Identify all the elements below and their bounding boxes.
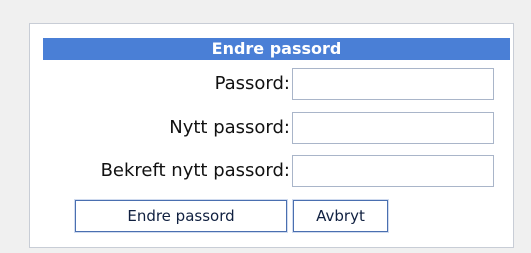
current-password-label: Passord: [214, 73, 290, 94]
new-password-input[interactable] [292, 112, 494, 144]
panel-title: Endre passord [43, 38, 510, 60]
confirm-password-row: Bekreft nytt passord: [30, 154, 515, 188]
change-password-panel: Endre passord Passord: Nytt passord: Bek… [29, 23, 514, 248]
confirm-password-label: Bekreft nytt passord: [100, 160, 290, 181]
new-password-label: Nytt passord: [169, 117, 290, 138]
confirm-password-input[interactable] [292, 155, 494, 187]
change-password-button[interactable]: Endre passord [75, 200, 287, 232]
current-password-input[interactable] [292, 68, 494, 100]
new-password-row: Nytt passord: [30, 111, 515, 145]
cancel-button[interactable]: Avbryt [293, 200, 388, 232]
current-password-row: Passord: [30, 67, 515, 101]
